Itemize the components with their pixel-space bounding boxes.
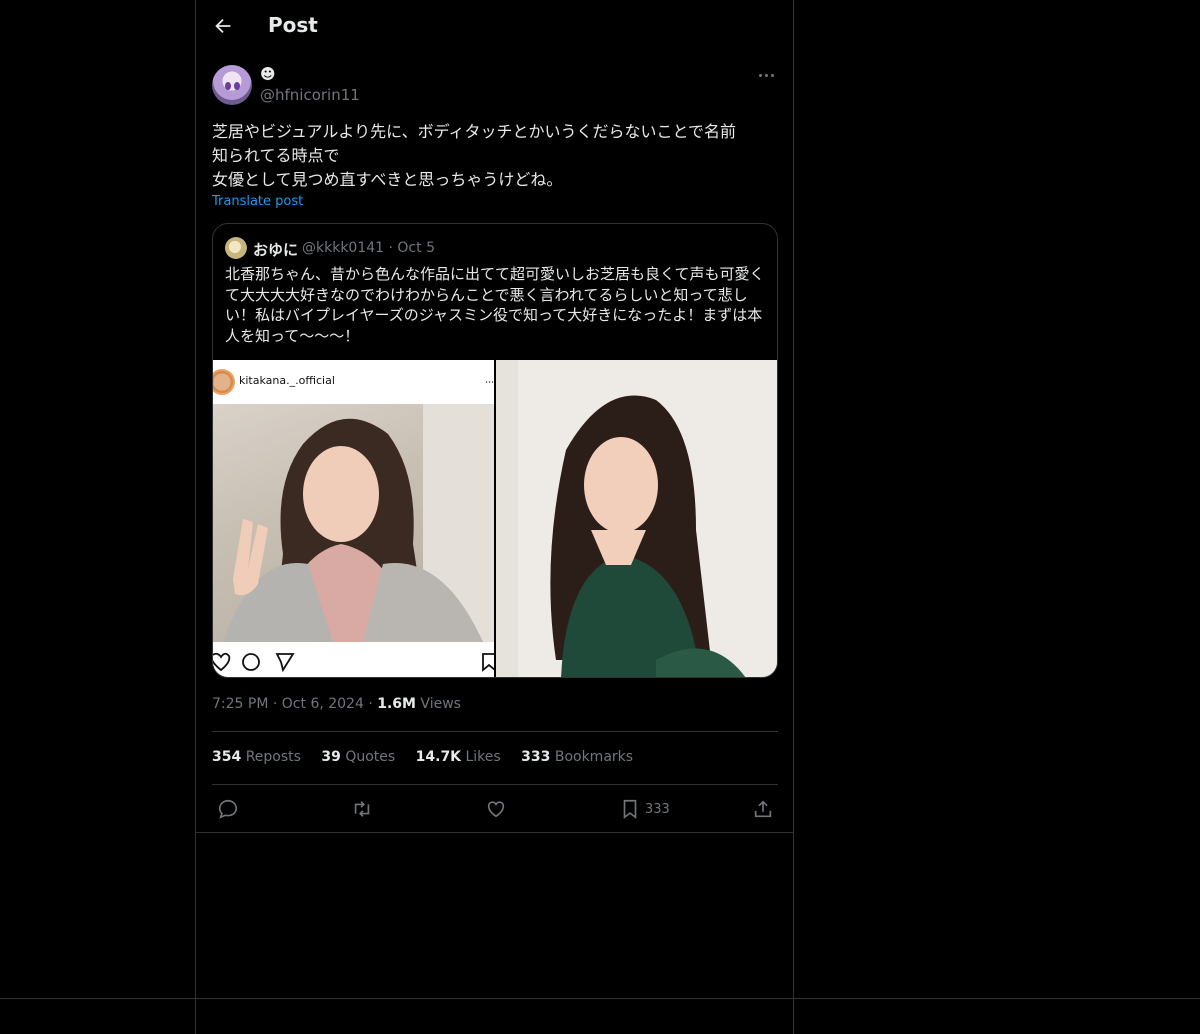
instagram-more-icon [485,381,493,383]
divider [0,998,1200,999]
avatar-eye [225,82,231,90]
reply-icon[interactable] [217,798,239,820]
likes-stat[interactable]: 14.7K Likes [416,749,501,765]
instagram-account-name: kitakana._.official [239,374,335,387]
post-header: Post [196,0,793,54]
author-name[interactable]: ☻ [260,65,276,83]
avatar-eye [234,82,240,90]
bookmarks-stat[interactable]: 333 Bookmarks [521,749,633,765]
post-meta: 7:25 PM · Oct 6, 2024 · 1.6M Views [212,696,461,712]
more-options-icon[interactable] [757,66,777,84]
quote-handle-and-date: @kkkk0141 · Oct 5 [302,240,435,256]
post-date[interactable]: Oct 6, 2024 [282,696,364,712]
views-count: 1.6M [377,696,416,712]
divider [212,731,778,732]
divider [212,784,778,785]
divider [196,832,793,833]
repost-icon[interactable] [351,798,373,820]
quote-author-avatar[interactable] [225,237,247,259]
media-image-left[interactable]: kitakana._.official [213,360,496,677]
page-title: Post [268,13,318,37]
like-heart-icon[interactable] [485,798,507,820]
photo-woman-cardigan [213,404,494,642]
author-handle[interactable]: @hfnicorin11 [260,86,360,104]
bookmark-icon [623,799,637,819]
instagram-action-bar [213,650,496,674]
post-time[interactable]: 7:25 PM [212,696,268,712]
views-label: Views [420,696,461,712]
bookmark-button[interactable]: 333 [619,798,679,820]
media-image-right[interactable] [496,360,777,677]
quote-text: 北香那ちゃん、昔から色んな作品に出てて超可愛いしお芝居も良くて声も可愛く て大大… [225,265,765,345]
quote-media[interactable]: kitakana._.official [213,360,777,677]
share-icon[interactable] [752,798,774,820]
engagement-stats: 354 Reposts 39 Quotes 14.7K Likes 333 Bo… [212,749,649,765]
author-avatar[interactable] [212,65,252,105]
quotes-stat[interactable]: 39 Quotes [321,749,395,765]
back-arrow-icon[interactable] [212,15,234,37]
instagram-avatar [213,369,235,395]
reposts-stat[interactable]: 354 Reposts [212,749,301,765]
post-text: 芝居やビジュアルより先に、ボディタッチとかいうくだらないことで名前 知られてる時… [212,122,737,189]
quote-author-name[interactable]: おゆに [253,239,298,260]
action-bar: 333 [196,798,793,822]
bookmark-count: 333 [645,802,670,817]
quoted-post[interactable]: おゆに @kkkk0141 · Oct 5 北香那ちゃん、昔から色んな作品に出て… [212,223,778,678]
primary-column: Post ☻ @hfnicorin11 芝居やビジュアルより先に、ボディタッチと… [195,0,794,1034]
translate-post-link[interactable]: Translate post [212,194,303,209]
